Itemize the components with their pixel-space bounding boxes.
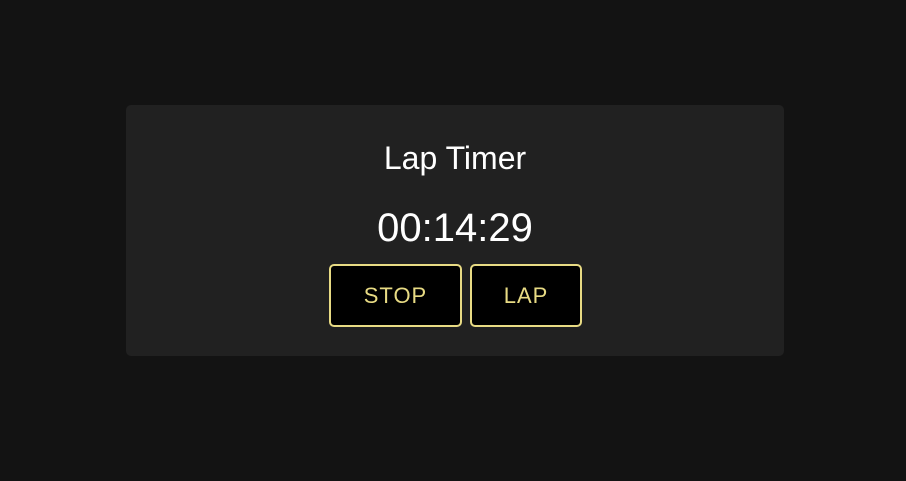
timer-controls: STOP LAP (329, 264, 582, 327)
timer-title: Lap Timer (383, 140, 527, 176)
elapsed-time-display: 00:14:29 (377, 206, 533, 250)
lap-timer-card: Lap Timer 00:14:29 STOP LAP (126, 105, 784, 356)
lap-button[interactable]: LAP (470, 264, 582, 327)
stop-button[interactable]: STOP (329, 264, 462, 327)
